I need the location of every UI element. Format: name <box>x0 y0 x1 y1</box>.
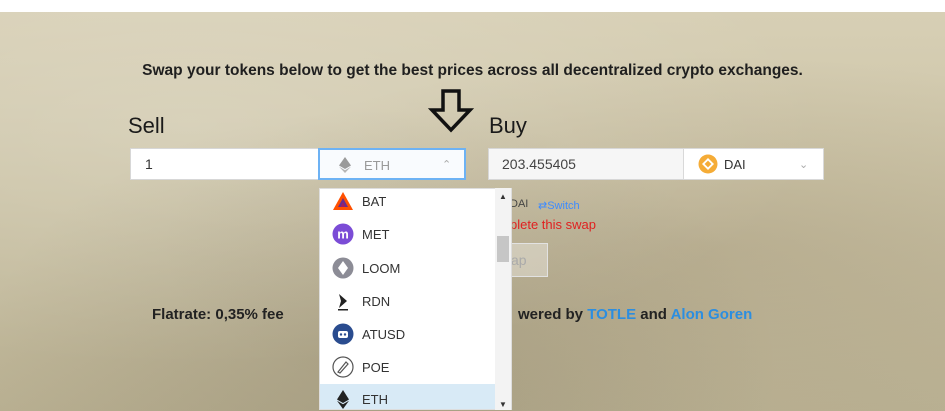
dropdown-item-label: ATUSD <box>362 327 406 342</box>
swap-button-label: ap <box>511 252 527 268</box>
alon-goren-link[interactable]: Alon Goren <box>671 306 753 323</box>
dai-icon <box>698 154 718 174</box>
token-dropdown[interactable]: BAT m MET LOOM RDN ATUSD POE ETH <box>319 188 512 410</box>
eth-icon <box>339 157 351 173</box>
totle-link[interactable]: TOTLE <box>587 306 636 323</box>
dropdown-item-bat[interactable]: BAT <box>320 189 496 218</box>
dropdown-item-label: ETH <box>362 392 388 407</box>
dropdown-item-poe[interactable]: POE <box>320 352 496 384</box>
arrow-down-icon <box>428 89 474 133</box>
dropdown-item-atusd[interactable]: ATUSD <box>320 319 496 351</box>
dropdown-item-label: POE <box>362 360 390 375</box>
bat-token-icon <box>333 192 353 210</box>
buy-token-select[interactable]: DAI ⌄ <box>683 148 824 180</box>
dropdown-item-label: LOOM <box>362 261 401 276</box>
top-band <box>0 0 945 12</box>
scroll-up-icon[interactable]: ▲ <box>499 192 507 201</box>
svg-text:m: m <box>337 227 349 242</box>
sell-token-label: ETH <box>364 158 390 173</box>
buy-amount-value: 203.455405 <box>502 156 576 172</box>
powered-by-label: wered by <box>518 306 584 323</box>
sell-token-select[interactable]: ETH ⌃ <box>318 148 466 180</box>
buy-label: Buy <box>489 113 527 138</box>
rdn-token-icon <box>338 294 348 311</box>
chevron-up-icon: ⌃ <box>442 159 452 171</box>
error-message: plete this swap <box>510 217 596 232</box>
sell-amount-input[interactable]: 1 <box>130 148 320 180</box>
page-headline: Swap your tokens below to get the best p… <box>142 62 803 79</box>
chevron-down-icon: ⌄ <box>799 159 809 171</box>
dropdown-scrollbar[interactable] <box>495 188 511 410</box>
dropdown-item-met[interactable]: m MET <box>320 219 496 251</box>
dropdown-item-label: BAT <box>362 194 387 209</box>
atusd-token-icon <box>332 323 354 345</box>
scrollbar-thumb[interactable] <box>497 236 509 262</box>
fee-text: Flatrate: 0,35% fee <box>152 306 284 323</box>
powered-by-text: wered by TOTLE and Alon Goren <box>518 306 752 323</box>
sell-amount-value: 1 <box>145 156 153 172</box>
rate-token-label: DAI <box>510 198 529 210</box>
dropdown-item-label: RDN <box>362 294 391 309</box>
and-label: and <box>640 306 667 323</box>
loom-token-icon <box>332 257 354 279</box>
scroll-down-icon[interactable]: ▼ <box>499 400 507 409</box>
buy-token-label: DAI <box>724 157 746 172</box>
eth-token-icon <box>337 390 349 409</box>
buy-amount-input[interactable]: 203.455405 <box>488 148 684 180</box>
switch-link[interactable]: ⇄Switch <box>538 199 580 212</box>
poe-token-icon <box>332 356 354 378</box>
dropdown-item-label: MET <box>362 227 390 242</box>
swap-button[interactable]: ap <box>508 243 548 277</box>
dropdown-item-rdn[interactable]: RDN <box>320 286 496 318</box>
met-token-icon: m <box>332 223 354 245</box>
dropdown-item-eth[interactable]: ETH <box>320 384 496 409</box>
dropdown-item-loom[interactable]: LOOM <box>320 253 496 285</box>
sell-label: Sell <box>128 113 165 138</box>
